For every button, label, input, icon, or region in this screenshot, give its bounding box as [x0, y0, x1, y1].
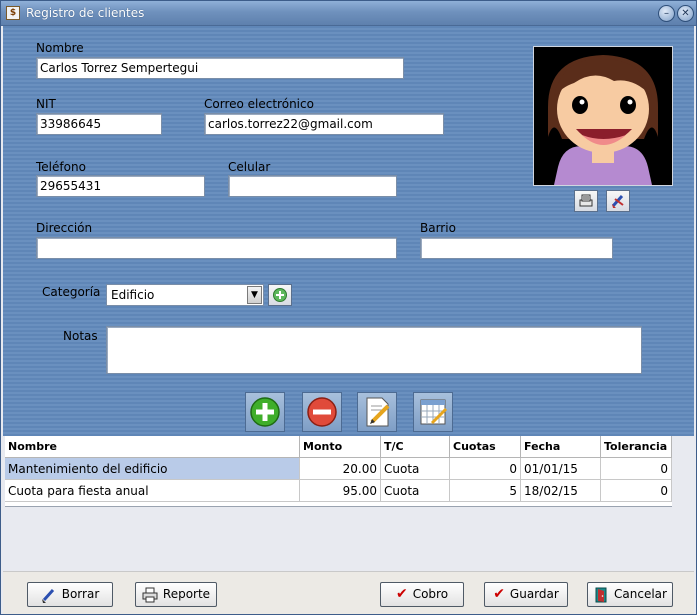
telefono-field[interactable]: 29655431	[36, 175, 205, 197]
direccion-field[interactable]	[36, 237, 397, 259]
borrar-button[interactable]: Borrar	[27, 582, 113, 607]
column-header-tolerancia[interactable]: Tolerancia	[601, 436, 672, 458]
table-row-1-tolerancia[interactable]: 0	[601, 458, 672, 480]
column-header-nombre[interactable]: Nombre	[5, 436, 300, 458]
bottom-bar: Borrar Reporte ✔ Cobro ✔ Guardar Cancelar	[3, 571, 694, 614]
table-row-2-nombre[interactable]: Cuota para fiesta anual	[5, 480, 300, 502]
plus-icon	[250, 397, 280, 427]
scanner-icon	[579, 194, 593, 207]
client-photo	[533, 46, 673, 186]
notas-field[interactable]	[106, 326, 642, 374]
cobro-button[interactable]: ✔ Cobro	[380, 582, 464, 607]
column-header-fecha[interactable]: Fecha	[521, 436, 601, 458]
title-bar[interactable]: $ Registro de clientes – ✕	[1, 1, 696, 26]
table-row-2-tolerancia[interactable]: 0	[601, 480, 672, 502]
minimize-button[interactable]: –	[658, 5, 675, 22]
barrio-label: Barrio	[420, 221, 456, 235]
categoria-label: Categoría	[42, 285, 101, 299]
categoria-select[interactable]: Edificio ▼	[106, 284, 264, 306]
categoria-value: Edificio	[111, 288, 155, 302]
celular-label: Celular	[228, 160, 271, 174]
column-header-cuotas[interactable]: Cuotas	[450, 436, 521, 458]
table-row-1-tc[interactable]: Cuota	[381, 458, 450, 480]
correo-label: Correo electrónico	[204, 97, 314, 111]
app-icon: $	[6, 6, 20, 20]
notas-label: Notas	[63, 329, 98, 343]
column-header-tc[interactable]: T/C	[381, 436, 450, 458]
load-photo-button[interactable]	[574, 190, 598, 212]
barrio-field[interactable]	[420, 237, 613, 259]
nombre-label: Nombre	[36, 41, 84, 55]
eraser-brush-icon	[611, 194, 624, 208]
reporte-label: Reporte	[162, 587, 211, 601]
check-icon: ✔	[395, 586, 408, 602]
nit-label: NIT	[36, 97, 56, 111]
clear-photo-button[interactable]	[606, 190, 630, 212]
eraser-icon	[41, 588, 54, 603]
cancelar-label: Cancelar	[614, 587, 667, 601]
nit-field[interactable]: 33986645	[36, 113, 162, 135]
edit-document-icon	[366, 397, 390, 427]
correo-field[interactable]: carlos.torrez22@gmail.com	[204, 113, 444, 135]
add-item-button[interactable]	[245, 392, 285, 432]
table-row-1-fecha[interactable]: 01/01/15	[521, 458, 601, 480]
add-category-button[interactable]	[268, 284, 292, 306]
table-row-2-cuotas[interactable]: 5	[450, 480, 521, 502]
borrar-label: Borrar	[61, 587, 100, 601]
window-title: Registro de clientes	[26, 6, 145, 20]
telefono-label: Teléfono	[36, 160, 86, 174]
avatar-image	[534, 47, 672, 185]
client-form: Nombre Carlos Torrez Sempertegui NIT 339…	[3, 26, 694, 436]
edit-item-button[interactable]	[357, 392, 397, 432]
direccion-label: Dirección	[36, 221, 93, 235]
guardar-button[interactable]: ✔ Guardar	[484, 582, 568, 607]
table-row-2-monto[interactable]: 95.00	[300, 480, 381, 502]
table-row-2-tc[interactable]: Cuota	[381, 480, 450, 502]
table-row-2-fecha[interactable]: 18/02/15	[521, 480, 601, 502]
remove-item-button[interactable]	[302, 392, 342, 432]
reporte-button[interactable]: Reporte	[135, 582, 217, 607]
plus-circle-icon	[273, 288, 287, 302]
guardar-label: Guardar	[509, 587, 559, 601]
minus-icon	[307, 397, 337, 427]
check-icon: ✔	[493, 586, 505, 602]
nombre-field[interactable]: Carlos Torrez Sempertegui	[36, 57, 404, 79]
cancelar-button[interactable]: Cancelar	[587, 582, 673, 607]
cobro-label: Cobro	[412, 587, 449, 601]
table-row-1-monto[interactable]: 20.00	[300, 458, 381, 480]
charges-table: Nombre Monto T/C Cuotas Fecha Tolerancia…	[5, 436, 672, 507]
table-row-1-nombre[interactable]: Mantenimiento del edificio	[5, 458, 300, 480]
chevron-down-icon[interactable]: ▼	[247, 286, 262, 304]
window: $ Registro de clientes – ✕ Nombre Carlos…	[0, 0, 697, 615]
table-row-1-cuotas[interactable]: 0	[450, 458, 521, 480]
celular-field[interactable]	[228, 175, 397, 197]
calendar-icon	[420, 399, 448, 425]
printer-icon	[142, 587, 158, 602]
close-button[interactable]: ✕	[677, 5, 694, 22]
column-header-monto[interactable]: Monto	[300, 436, 381, 458]
exit-door-icon	[595, 587, 607, 602]
calendar-button[interactable]	[413, 392, 453, 432]
